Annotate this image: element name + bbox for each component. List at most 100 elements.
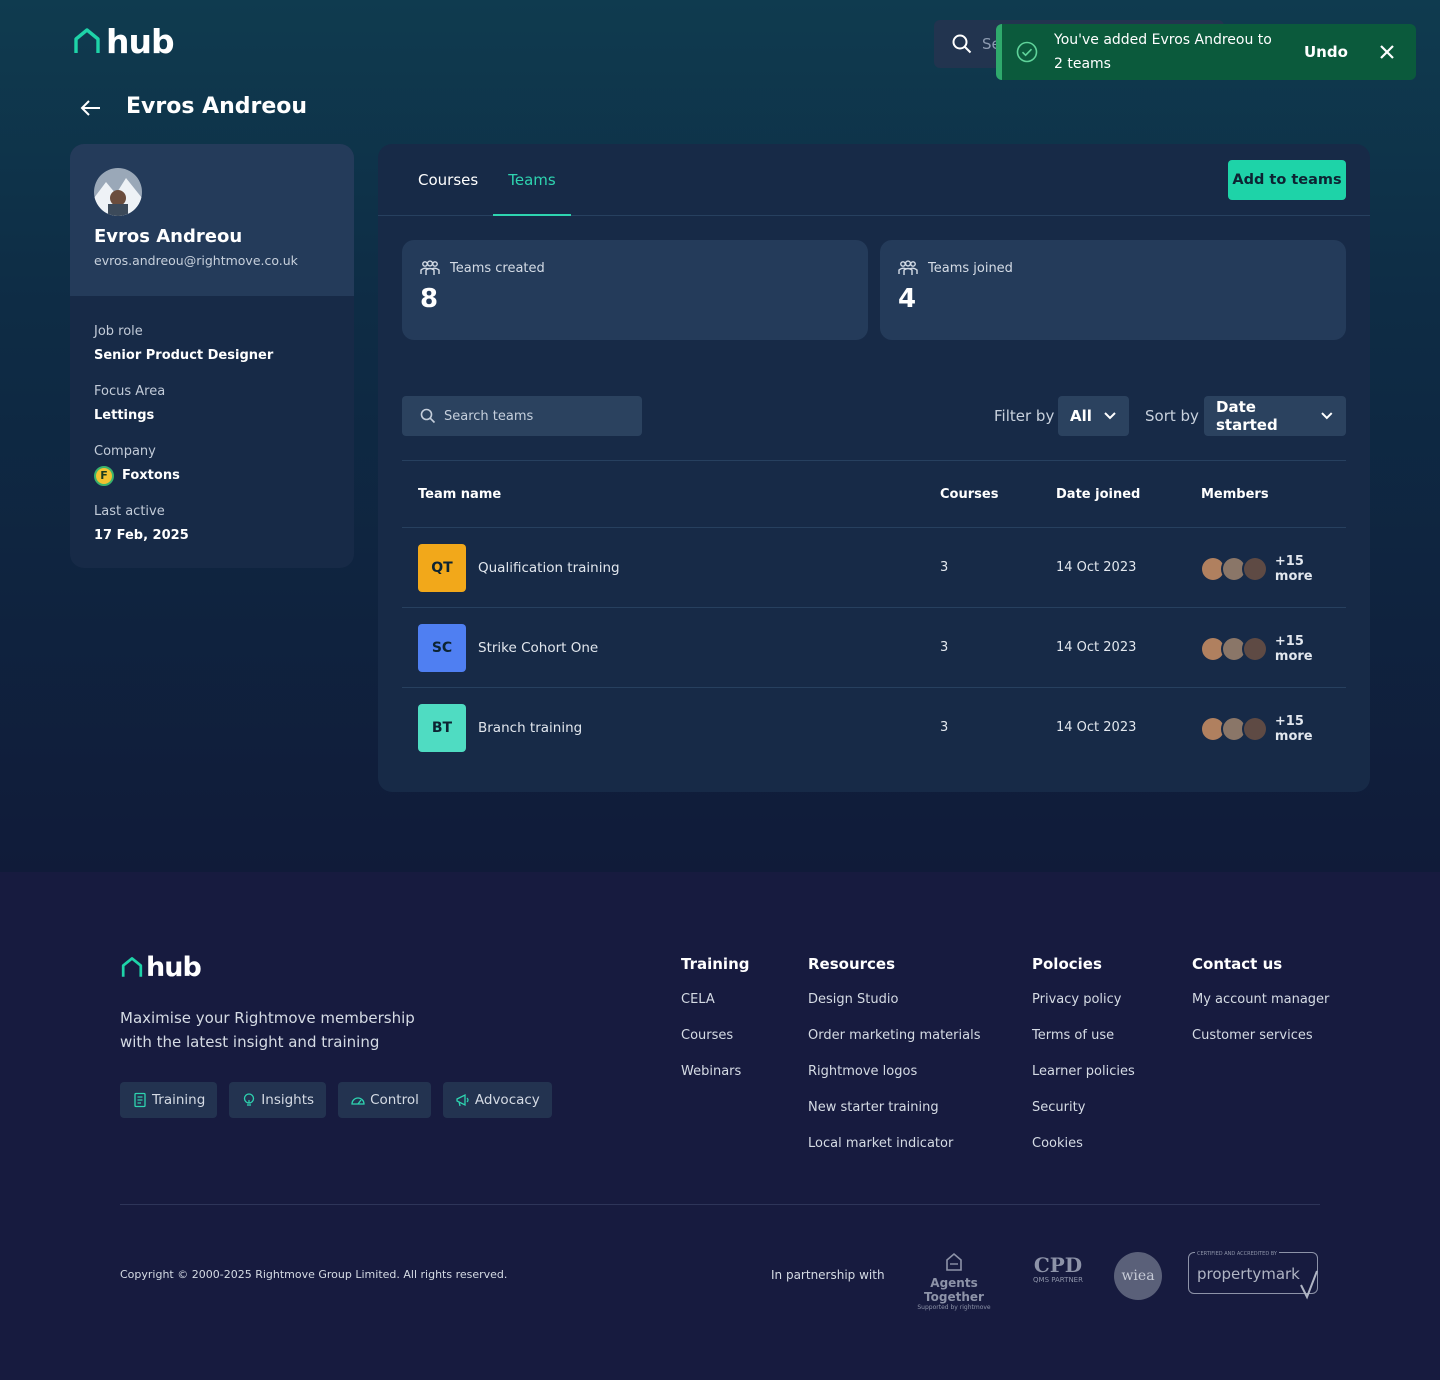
sort-dropdown[interactable]: Date started — [1204, 396, 1346, 436]
agents-together-sub: Supported by rightmove — [917, 1304, 991, 1311]
filter-label: Filter by — [994, 407, 1055, 425]
footer-link[interactable]: Courses — [681, 1026, 749, 1046]
avatar — [1241, 636, 1268, 662]
company-value: F Foxtons — [94, 466, 330, 486]
header-date-joined[interactable]: Date joined — [1056, 461, 1140, 529]
footer-link[interactable]: My account manager — [1192, 990, 1329, 1010]
members-more[interactable]: +15 more — [1275, 554, 1346, 584]
chip-insights-label: Insights — [261, 1092, 315, 1108]
team-icon — [898, 260, 918, 275]
members-more[interactable]: +15 more — [1275, 714, 1346, 744]
focus-area-value: Lettings — [94, 408, 155, 423]
footer-link[interactable]: New starter training — [808, 1098, 980, 1118]
team-icon — [420, 260, 440, 275]
footer-link[interactable]: Security — [1032, 1098, 1135, 1118]
footer-link[interactable]: Customer services — [1192, 1026, 1329, 1046]
last-active-label: Last active — [94, 504, 165, 519]
footer-link[interactable]: Terms of use — [1032, 1026, 1135, 1046]
footer: hub Maximise your Rightmove membership w… — [0, 872, 1440, 1380]
members-more[interactable]: +15 more — [1275, 634, 1346, 664]
footer-link[interactable]: Rightmove logos — [808, 1062, 980, 1082]
team-badge: BT — [418, 704, 466, 752]
profile-header: Evros Andreou evros.andreou@rightmove.co… — [70, 144, 354, 296]
toast-message: You've added Evros Andreou to 2 teams — [1054, 32, 1272, 72]
footer-chips: Training Insights Control Advocacy — [120, 1082, 564, 1118]
footer-link[interactable]: Webinars — [681, 1062, 749, 1082]
teams-joined-value: 4 — [898, 284, 917, 314]
check-circle-icon — [1016, 41, 1038, 63]
partnership-label: In partnership with — [771, 1268, 885, 1282]
chip-training-label: Training — [152, 1092, 206, 1108]
sort-value: Date started — [1216, 398, 1278, 434]
footer-link[interactable]: Design Studio — [808, 990, 980, 1010]
search-teams-placeholder: Search teams — [444, 408, 534, 424]
focus-area-label: Focus Area — [94, 384, 166, 399]
member-avatars: +15 more — [1200, 714, 1346, 744]
footer-link[interactable]: Cookies — [1032, 1134, 1135, 1154]
team-name: Strike Cohort One — [478, 640, 599, 656]
search-icon — [952, 34, 972, 54]
footer-divider — [120, 1204, 1320, 1205]
footer-col-contact: Contact us My account manager Customer s… — [1192, 954, 1329, 1046]
page-title: Evros Andreou — [126, 94, 308, 119]
tab-teams[interactable]: Teams — [493, 144, 571, 216]
company-logo-icon: F — [94, 466, 114, 486]
sort-label: Sort by — [1145, 407, 1199, 425]
team-name: Branch training — [478, 720, 583, 736]
footer-link[interactable]: Privacy policy — [1032, 990, 1135, 1010]
footer-tagline: Maximise your Rightmove membership with … — [120, 1009, 415, 1051]
footer-link[interactable]: CELA — [681, 990, 749, 1010]
cpd-text: CPD — [1033, 1253, 1083, 1277]
table-header: Team name Courses Date joined Members — [402, 460, 1346, 528]
chip-training[interactable]: Training — [120, 1082, 218, 1118]
footer-link[interactable]: Learner policies — [1032, 1062, 1135, 1082]
chip-advocacy[interactable]: Advocacy — [442, 1082, 552, 1118]
table-row[interactable]: BT Branch training 3 14 Oct 2023 +15 mor… — [402, 688, 1346, 768]
search-teams-input[interactable]: Search teams — [402, 396, 642, 436]
close-icon[interactable] — [1376, 41, 1398, 63]
gauge-icon — [351, 1097, 365, 1105]
member-avatars: +15 more — [1200, 554, 1346, 584]
chevron-down-icon — [1321, 412, 1333, 420]
teams-joined-label: Teams joined — [928, 260, 1013, 276]
house-icon — [946, 1252, 962, 1271]
success-toast: You've added Evros Andreou to 2 teams Un… — [996, 24, 1416, 80]
team-courses: 3 — [940, 560, 949, 575]
chip-advocacy-label: Advocacy — [474, 1092, 540, 1108]
logo-text: hub — [106, 22, 175, 61]
last-active-value: 17 Feb, 2025 — [94, 528, 189, 543]
back-arrow-icon[interactable] — [80, 97, 102, 119]
profile-email: evros.andreou@rightmove.co.uk — [94, 253, 298, 268]
document-icon — [134, 1092, 146, 1108]
propertymark-sub: CERTIFIED AND ACCREDITED BY — [1195, 1251, 1279, 1257]
chevron-down-icon — [1104, 412, 1116, 420]
job-role-value: Senior Product Designer — [94, 348, 274, 363]
wiea-text: wiea — [1121, 1268, 1155, 1284]
job-role-label: Job role — [94, 324, 143, 339]
header-team-name[interactable]: Team name — [418, 461, 501, 529]
team-name: Qualification training — [478, 560, 620, 576]
header-members[interactable]: Members — [1201, 461, 1269, 529]
footer-col-resources: Resources Design Studio Order marketing … — [808, 954, 980, 1154]
header-courses[interactable]: Courses — [940, 461, 998, 529]
teams-created-card: Teams created 8 — [402, 240, 868, 340]
table-row[interactable]: SC Strike Cohort One 3 14 Oct 2023 +15 m… — [402, 608, 1346, 688]
undo-button[interactable]: Undo — [1304, 43, 1348, 61]
chip-insights[interactable]: Insights — [229, 1082, 327, 1118]
search-icon — [420, 408, 436, 424]
hub-logo[interactable]: hub — [72, 22, 175, 61]
footer-link[interactable]: Local market indicator — [808, 1134, 980, 1154]
footer-col-title: Resources — [808, 955, 896, 973]
chip-control[interactable]: Control — [338, 1082, 431, 1118]
cpd-sub: QMS PARTNER — [1033, 1276, 1083, 1284]
house-icon — [74, 27, 100, 53]
agents-together-text: Agents Together — [924, 1276, 984, 1304]
table-row[interactable]: QT Qualification training 3 14 Oct 2023 … — [402, 528, 1346, 608]
footer-link[interactable]: Order marketing materials — [808, 1026, 980, 1046]
company-label: Company — [94, 444, 156, 459]
add-to-teams-button[interactable]: Add to teams — [1228, 160, 1346, 200]
footer-hub-logo[interactable]: hub — [120, 952, 202, 983]
filter-dropdown[interactable]: All — [1058, 396, 1129, 436]
tab-courses[interactable]: Courses — [418, 144, 478, 216]
footer-col-title: Polocies — [1032, 955, 1102, 973]
